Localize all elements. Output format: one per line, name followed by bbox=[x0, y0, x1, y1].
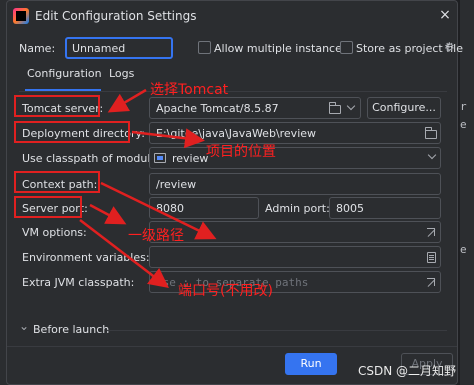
vm-options-input[interactable] bbox=[149, 221, 441, 243]
vm-options-label: VM options: bbox=[22, 226, 87, 239]
admin-port-label: Admin port: bbox=[265, 202, 330, 215]
highlight-context-path bbox=[14, 171, 100, 193]
server-port-value: 8080 bbox=[156, 202, 184, 215]
name-input-value: Unnamed bbox=[72, 42, 126, 55]
extra-classpath-label: Extra JVM classpath: bbox=[22, 276, 135, 289]
annotation-select-tomcat: 选择Tomcat bbox=[150, 82, 229, 98]
deployment-directory-value: E:\gitee\java\JavaWeb\review bbox=[156, 127, 317, 140]
configure-button[interactable]: Configure... bbox=[367, 97, 441, 119]
store-as-file-checkbox[interactable] bbox=[340, 41, 353, 54]
expand-icon[interactable] bbox=[427, 228, 435, 236]
tab-logs[interactable]: Logs bbox=[109, 67, 134, 80]
classpath-module-select[interactable]: review bbox=[149, 147, 441, 169]
allow-multiple-label: Allow multiple instances bbox=[214, 42, 348, 55]
context-path-input[interactable]: /review bbox=[149, 173, 441, 195]
tab-separator bbox=[19, 91, 447, 92]
before-launch-label[interactable]: Before launch bbox=[33, 323, 109, 336]
folder-icon[interactable] bbox=[329, 102, 341, 114]
classpath-module-label: Use classpath of module: bbox=[22, 152, 161, 165]
tab-configuration[interactable]: Configuration bbox=[27, 67, 102, 80]
right-editor-fragment: r e e bbox=[460, 0, 474, 385]
before-launch-separator bbox=[107, 330, 447, 331]
annotation-first-level-path: 一级路径 bbox=[128, 228, 184, 244]
deployment-directory-input[interactable]: E:\gitee\java\JavaWeb\review bbox=[149, 122, 441, 144]
module-icon bbox=[154, 153, 166, 163]
env-variables-input[interactable] bbox=[149, 246, 441, 268]
editor-fragment-3: e bbox=[460, 243, 467, 256]
highlight-tomcat-server bbox=[14, 95, 100, 117]
gear-icon[interactable]: ⚙ bbox=[444, 40, 455, 54]
editor-fragment-1: r bbox=[460, 100, 467, 113]
classpath-module-value: review bbox=[172, 152, 209, 165]
name-label: Name: bbox=[19, 42, 56, 55]
dialog-title: Edit Configuration Settings bbox=[35, 9, 197, 23]
server-port-input[interactable]: 8080 bbox=[149, 197, 259, 219]
expand-icon[interactable] bbox=[427, 278, 435, 286]
run-button[interactable]: Run bbox=[285, 353, 337, 375]
annotation-port-unchanged: 端口号(不用改) bbox=[178, 283, 273, 299]
name-input[interactable]: Unnamed bbox=[65, 37, 173, 59]
footer-separator bbox=[7, 346, 457, 347]
annotation-project-location: 项目的位置 bbox=[206, 144, 276, 160]
dialog-titlebar: Edit Configuration Settings × bbox=[7, 1, 457, 31]
context-path-value: /review bbox=[156, 178, 197, 191]
tomcat-server-value: Apache Tomcat/8.5.87 bbox=[156, 102, 279, 115]
admin-port-input[interactable]: 8005 bbox=[329, 197, 441, 219]
highlight-deployment-directory bbox=[14, 121, 130, 143]
document-icon[interactable] bbox=[427, 252, 436, 263]
intellij-app-icon bbox=[13, 8, 29, 24]
highlight-server-port bbox=[14, 196, 82, 218]
close-icon[interactable]: × bbox=[437, 7, 453, 23]
csdn-watermark: CSDN @二月知野 bbox=[358, 364, 457, 378]
editor-fragment-2: e bbox=[460, 118, 467, 131]
folder-icon[interactable] bbox=[425, 127, 437, 139]
allow-multiple-checkbox[interactable] bbox=[198, 41, 211, 54]
admin-port-value: 8005 bbox=[336, 202, 364, 215]
before-launch-chevron-icon[interactable]: ⌄ bbox=[19, 319, 29, 333]
env-variables-label: Environment variables: bbox=[22, 251, 150, 264]
